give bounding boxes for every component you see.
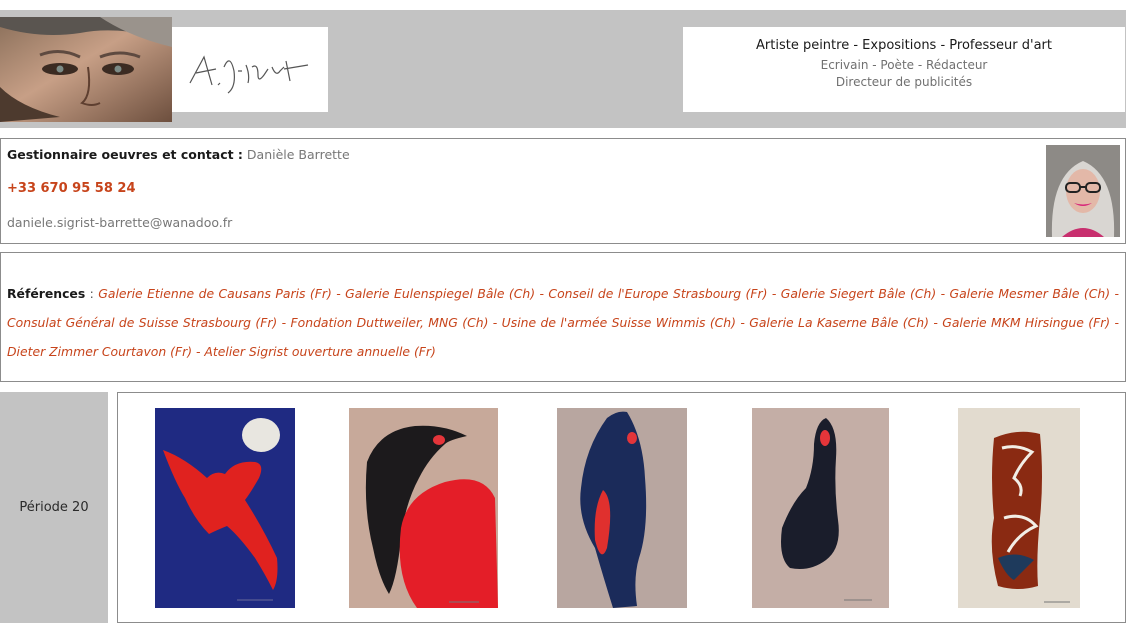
artist-portrait-image — [0, 17, 172, 122]
references-separator: : — [85, 286, 99, 301]
dark-figure-artwork[interactable] — [752, 408, 889, 608]
references-label: Références — [7, 286, 86, 301]
torn-collage-artwork[interactable] — [958, 408, 1080, 608]
tagline-director: Directeur de publicités — [835, 75, 973, 89]
blue-fish-figure-artwork[interactable] — [557, 408, 687, 608]
period-label: Période 20 — [0, 392, 108, 623]
contact-email-link[interactable]: daniele.sigrist-barrette@wanadoo.fr — [7, 215, 232, 230]
contact-manager-line: Gestionnaire oeuvres et contact : Danièl… — [7, 147, 350, 162]
tagline-writer: Ecrivain - Poète - Rédacteur — [820, 58, 988, 72]
artwork-gallery — [117, 392, 1126, 623]
signature-logo — [172, 27, 328, 112]
black-red-figure-artwork[interactable] — [349, 408, 498, 608]
contact-name: Danièle Barrette — [246, 147, 350, 162]
contact-label: Gestionnaire oeuvres et contact : — [7, 147, 243, 162]
references-panel: Références : Galerie Etienne de Causans … — [0, 252, 1126, 382]
tagline-panel: Artiste peintre - Expositions - Professe… — [683, 27, 1125, 112]
contact-panel: Gestionnaire oeuvres et contact : Danièl… — [0, 138, 1126, 244]
references-list: Galerie Etienne de Causans Paris (Fr) - … — [7, 286, 1119, 359]
contact-phone-link[interactable]: +33 670 95 58 24 — [7, 181, 136, 196]
tagline-main: Artiste peintre - Expositions - Professe… — [756, 38, 1052, 53]
red-bird-moon-artwork[interactable] — [155, 408, 295, 608]
references-paragraph: Références : Galerie Etienne de Causans … — [7, 279, 1119, 366]
contact-photo — [1046, 145, 1120, 237]
